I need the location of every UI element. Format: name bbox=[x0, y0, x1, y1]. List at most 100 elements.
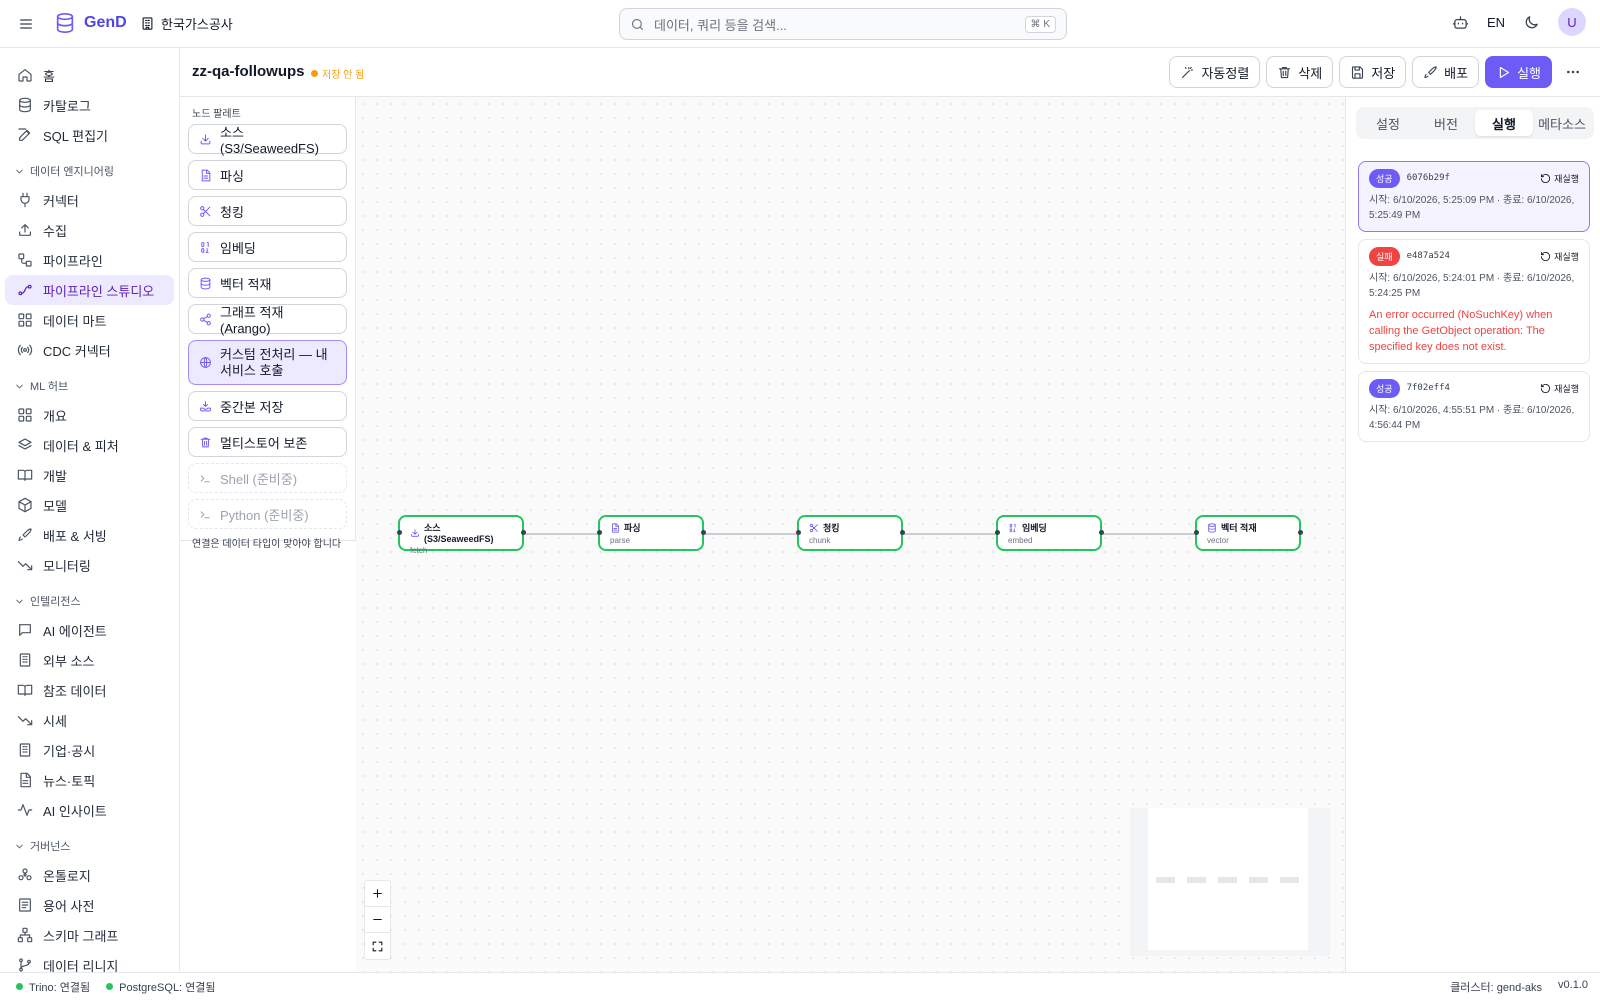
section-data-engineering[interactable]: 데이터 엔지니어링 bbox=[14, 160, 179, 182]
zoom-in-button[interactable] bbox=[365, 881, 390, 907]
run-item[interactable]: 성공 7f02eff4 재실행 시작: 6/10/2026, 4:55:51 P… bbox=[1358, 371, 1590, 442]
minimap-viewport[interactable] bbox=[1148, 808, 1308, 950]
tab-metasource[interactable]: 메타소스 bbox=[1533, 110, 1591, 136]
sidebar-item-connectors[interactable]: 커넥터 bbox=[5, 185, 174, 215]
sidebar-item-label: AI 인사이트 bbox=[43, 803, 107, 819]
sidebar-item-models[interactable]: 모델 bbox=[5, 490, 174, 520]
palette-item-intermediate-save[interactable]: 중간본 저장 bbox=[188, 391, 347, 421]
sidebar-item-data-lineage[interactable]: 데이터 리니지 bbox=[5, 950, 174, 972]
sidebar-item-ontology[interactable]: 온톨로지 bbox=[5, 860, 174, 890]
input-handle[interactable] bbox=[596, 530, 602, 535]
plug-icon bbox=[17, 192, 33, 208]
org-selector[interactable]: 한국가스공사 bbox=[140, 14, 233, 33]
tab-settings[interactable]: 설정 bbox=[1359, 110, 1417, 136]
run-item[interactable]: 성공 6076b29f 재실행 시작: 6/10/2026, 5:25:09 P… bbox=[1358, 161, 1590, 232]
section-intelligence[interactable]: 인텔리전스 bbox=[14, 590, 179, 612]
save-button[interactable]: 저장 bbox=[1339, 56, 1407, 88]
sidebar-item-development[interactable]: 개발 bbox=[5, 460, 174, 490]
output-handle[interactable] bbox=[1098, 530, 1104, 535]
right-panel: 설정 버전 실행 메타소스 성공 6076b29f 재실행 시작: 6/10/2… bbox=[1345, 97, 1600, 972]
pipeline-node-parse[interactable]: 파싱 parse bbox=[596, 515, 706, 551]
tab-versions[interactable]: 버전 bbox=[1417, 110, 1475, 136]
auto-align-button[interactable]: 자동정렬 bbox=[1169, 56, 1261, 88]
fit-view-button[interactable] bbox=[365, 933, 390, 959]
sidebar-item-glossary[interactable]: 용어 사전 bbox=[5, 890, 174, 920]
status-dot bbox=[16, 983, 23, 990]
node-label: 청킹 bbox=[823, 523, 840, 533]
sidebar-item-ingest[interactable]: 수집 bbox=[5, 215, 174, 245]
bot-icon[interactable] bbox=[1452, 14, 1469, 31]
rerun-button[interactable]: 재실행 bbox=[1540, 382, 1579, 395]
tab-runs[interactable]: 실행 bbox=[1475, 110, 1533, 136]
output-handle[interactable] bbox=[700, 530, 706, 535]
output-handle[interactable] bbox=[1297, 530, 1303, 535]
delete-button[interactable]: 삭제 bbox=[1266, 56, 1334, 88]
sidebar-item-overview[interactable]: 개요 bbox=[5, 400, 174, 430]
pipeline-node-chunk[interactable]: 청킹 chunk bbox=[795, 515, 905, 551]
zoom-out-button[interactable] bbox=[365, 907, 390, 933]
language-toggle[interactable]: EN bbox=[1487, 15, 1505, 30]
minimap[interactable] bbox=[1130, 808, 1330, 956]
palette-title: 노드 팔레트 bbox=[192, 109, 241, 120]
section-governance[interactable]: 거버넌스 bbox=[14, 835, 179, 857]
sidebar-item-pipeline-studio[interactable]: 파이프라인 스튜디오 bbox=[5, 275, 174, 305]
input-handle[interactable] bbox=[396, 530, 402, 535]
scissors-icon bbox=[199, 205, 212, 218]
delete-label: 삭제 bbox=[1298, 65, 1323, 81]
palette-item-label: 소스 (S3/SeaweedFS) bbox=[220, 125, 319, 156]
sidebar-item-reference-data[interactable]: 참조 데이터 bbox=[5, 675, 174, 705]
section-ml-hub[interactable]: ML 허브 bbox=[14, 375, 179, 397]
terminal-icon bbox=[199, 508, 212, 521]
search-input[interactable]: 데이터, 쿼리 등을 검색... ⌘ K bbox=[619, 8, 1067, 40]
palette-item-parse[interactable]: 파싱 bbox=[188, 160, 347, 190]
input-handle[interactable] bbox=[1193, 530, 1199, 535]
pipeline-node-fetch[interactable]: 소스 (S3/SeaweedFS) fetch bbox=[396, 515, 526, 555]
palette-item-chunk[interactable]: 청킹 bbox=[188, 196, 347, 226]
sidebar-item-monitoring[interactable]: 모니터링 bbox=[5, 550, 174, 580]
palette-item-source[interactable]: 소스 (S3/SeaweedFS) bbox=[188, 124, 347, 156]
palette-item-custom-preprocess[interactable]: 커스텀 전처리 — 내 서비스 호출 bbox=[188, 340, 347, 385]
rerun-button[interactable]: 재실행 bbox=[1540, 172, 1579, 185]
pipeline-node-embed[interactable]: 임베딩 embed bbox=[994, 515, 1104, 551]
sidebar-item-corporate-disclosures[interactable]: 기업·공시 bbox=[5, 735, 174, 765]
sidebar-item-pipelines[interactable]: 파이프라인 bbox=[5, 245, 174, 275]
workflow-icon bbox=[17, 252, 33, 268]
sidebar-item-external-sources[interactable]: 외부 소스 bbox=[5, 645, 174, 675]
sidebar-item-catalog[interactable]: 카탈로그 bbox=[5, 90, 174, 120]
input-handle[interactable] bbox=[795, 530, 801, 535]
palette-item-graph-load[interactable]: 그래프 적재 (Arango) bbox=[188, 304, 347, 336]
more-options-icon[interactable] bbox=[1558, 56, 1588, 88]
moon-icon[interactable] bbox=[1523, 14, 1540, 31]
palette-item-multistore-retain[interactable]: 멀티스토어 보존 bbox=[188, 427, 347, 457]
output-handle[interactable] bbox=[899, 530, 905, 535]
sidebar-item-ai-agent[interactable]: AI 에이전트 bbox=[5, 615, 174, 645]
sidebar-item-market-prices[interactable]: 시세 bbox=[5, 705, 174, 735]
sidebar-item-home[interactable]: 홈 bbox=[5, 60, 174, 90]
sidebar-item-data-features[interactable]: 데이터 & 피처 bbox=[5, 430, 174, 460]
rerun-label: 재실행 bbox=[1554, 383, 1579, 394]
avatar[interactable]: U bbox=[1558, 8, 1586, 36]
sidebar-item-cdc-connectors[interactable]: CDC 커넥터 bbox=[5, 335, 174, 365]
save-tray-icon bbox=[199, 400, 212, 413]
app-logo[interactable]: GenD bbox=[54, 12, 127, 34]
input-handle[interactable] bbox=[994, 530, 1000, 535]
page-title[interactable]: zz-qa-followups bbox=[192, 63, 305, 80]
sidebar-item-ai-insights[interactable]: AI 인사이트 bbox=[5, 795, 174, 825]
palette-item-embed[interactable]: 임베딩 bbox=[188, 232, 347, 262]
output-handle[interactable] bbox=[520, 530, 526, 535]
sidebar-item-news-topics[interactable]: 뉴스·토픽 bbox=[5, 765, 174, 795]
sidebar-item-deploy-serving[interactable]: 배포 & 서빙 bbox=[5, 520, 174, 550]
postgres-status-label: PostgreSQL: 연결됨 bbox=[119, 981, 216, 994]
sidebar-item-schema-graph[interactable]: 스키마 그래프 bbox=[5, 920, 174, 950]
run-button[interactable]: 실행 bbox=[1485, 56, 1552, 88]
pipeline-node-vector[interactable]: 벡터 적재 vector bbox=[1193, 515, 1303, 551]
run-item[interactable]: 실패 e487a524 재실행 시작: 6/10/2026, 5:24:01 P… bbox=[1358, 239, 1590, 364]
pipeline-canvas[interactable]: 소스 (S3/SeaweedFS) fetch 파싱 parse 청킹 chun… bbox=[356, 97, 1345, 972]
palette-item-vector-load[interactable]: 벡터 적재 bbox=[188, 268, 347, 298]
rerun-button[interactable]: 재실행 bbox=[1540, 250, 1579, 263]
palette-item-python: Python (준비중) bbox=[188, 499, 347, 529]
sidebar-item-sql-editor[interactable]: SQL 편집기 bbox=[5, 120, 174, 150]
deploy-button[interactable]: 배포 bbox=[1412, 56, 1480, 88]
menu-icon[interactable] bbox=[16, 14, 36, 34]
sidebar-item-data-mart[interactable]: 데이터 마트 bbox=[5, 305, 174, 335]
